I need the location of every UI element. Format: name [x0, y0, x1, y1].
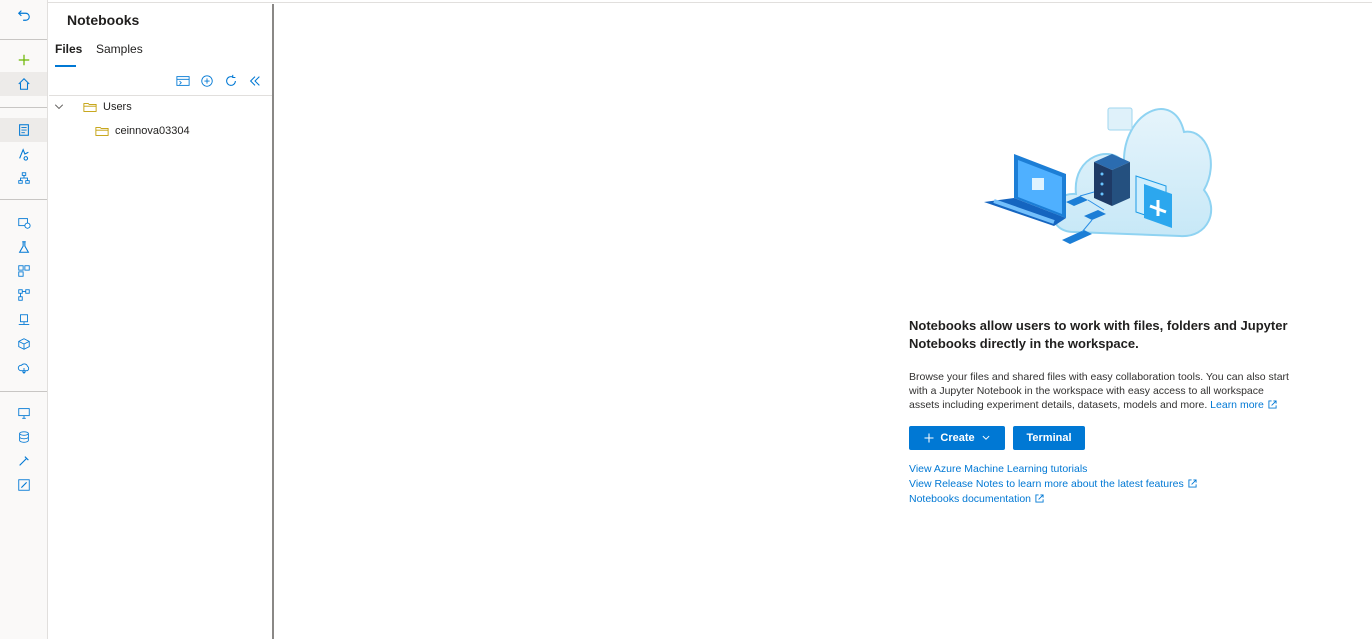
data-icon[interactable]: [12, 211, 36, 235]
external-link-icon: [1188, 479, 1197, 488]
active-tab-indicator: [55, 65, 76, 67]
empty-state-description: Browse your files and shared files with …: [909, 370, 1294, 412]
terminal-button[interactable]: Terminal: [1013, 426, 1085, 450]
learn-more-label: Learn more: [1210, 399, 1264, 411]
undo-icon[interactable]: [12, 3, 36, 27]
models-icon[interactable]: [12, 283, 36, 307]
tree-item-user-folder[interactable]: ceinnova03304: [95, 120, 190, 142]
external-link-icon: [1268, 400, 1277, 409]
terminal-icon[interactable]: [175, 73, 191, 89]
release-notes-link[interactable]: View Release Notes to learn more about t…: [909, 478, 1197, 490]
documentation-label: Notebooks documentation: [909, 493, 1031, 505]
main-content: Notebooks allow users to work with files…: [274, 4, 1372, 639]
release-notes-label: View Release Notes to learn more about t…: [909, 478, 1184, 490]
create-button-label: Create: [940, 432, 975, 444]
designer-icon[interactable]: [12, 166, 36, 190]
automl-icon[interactable]: [12, 142, 36, 166]
datastores-icon[interactable]: [12, 425, 36, 449]
tab-files[interactable]: Files: [55, 42, 82, 56]
endpoints-icon[interactable]: [12, 308, 36, 332]
create-button[interactable]: Create: [909, 426, 1005, 450]
external-link-icon: [1035, 494, 1044, 503]
folder-icon: [95, 127, 109, 136]
plus-icon[interactable]: [12, 48, 36, 72]
home-icon[interactable]: [12, 72, 36, 96]
folder-icon: [83, 103, 97, 112]
notebooks-panel: Notebooks Files Samples Users ceinnova03…: [49, 4, 273, 639]
learn-more-link[interactable]: Learn more: [1210, 399, 1277, 411]
left-nav: [0, 0, 48, 639]
notebooks-illustration-icon: [984, 107, 1213, 244]
help-links: View Azure Machine Learning tutorials Vi…: [909, 462, 1197, 507]
tab-samples[interactable]: Samples: [96, 42, 143, 56]
chevron-down-icon[interactable]: [53, 101, 65, 113]
components-icon[interactable]: [12, 332, 36, 356]
tree-item-users[interactable]: Users: [53, 96, 132, 118]
refresh-icon[interactable]: [223, 73, 239, 89]
top-border: [0, 0, 1372, 3]
panel-title: Notebooks: [67, 12, 140, 28]
add-file-icon[interactable]: [199, 73, 215, 89]
compute-icon[interactable]: [12, 401, 36, 425]
linked-services-icon[interactable]: [12, 473, 36, 497]
pipelines-icon[interactable]: [12, 259, 36, 283]
environments-icon[interactable]: [12, 356, 36, 380]
collapse-panel-icon[interactable]: [247, 73, 263, 89]
notebook-icon[interactable]: [12, 118, 36, 142]
tree-item-label: Users: [103, 101, 132, 113]
tree-item-label: ceinnova03304: [115, 125, 190, 137]
documentation-link[interactable]: Notebooks documentation: [909, 493, 1044, 505]
data-labeling-icon[interactable]: [12, 449, 36, 473]
experiments-icon[interactable]: [12, 235, 36, 259]
chevron-down-icon: [982, 435, 990, 440]
plus-icon: [924, 433, 934, 443]
tutorials-link[interactable]: View Azure Machine Learning tutorials: [909, 463, 1087, 475]
empty-state-heading: Notebooks allow users to work with files…: [909, 318, 1288, 351]
